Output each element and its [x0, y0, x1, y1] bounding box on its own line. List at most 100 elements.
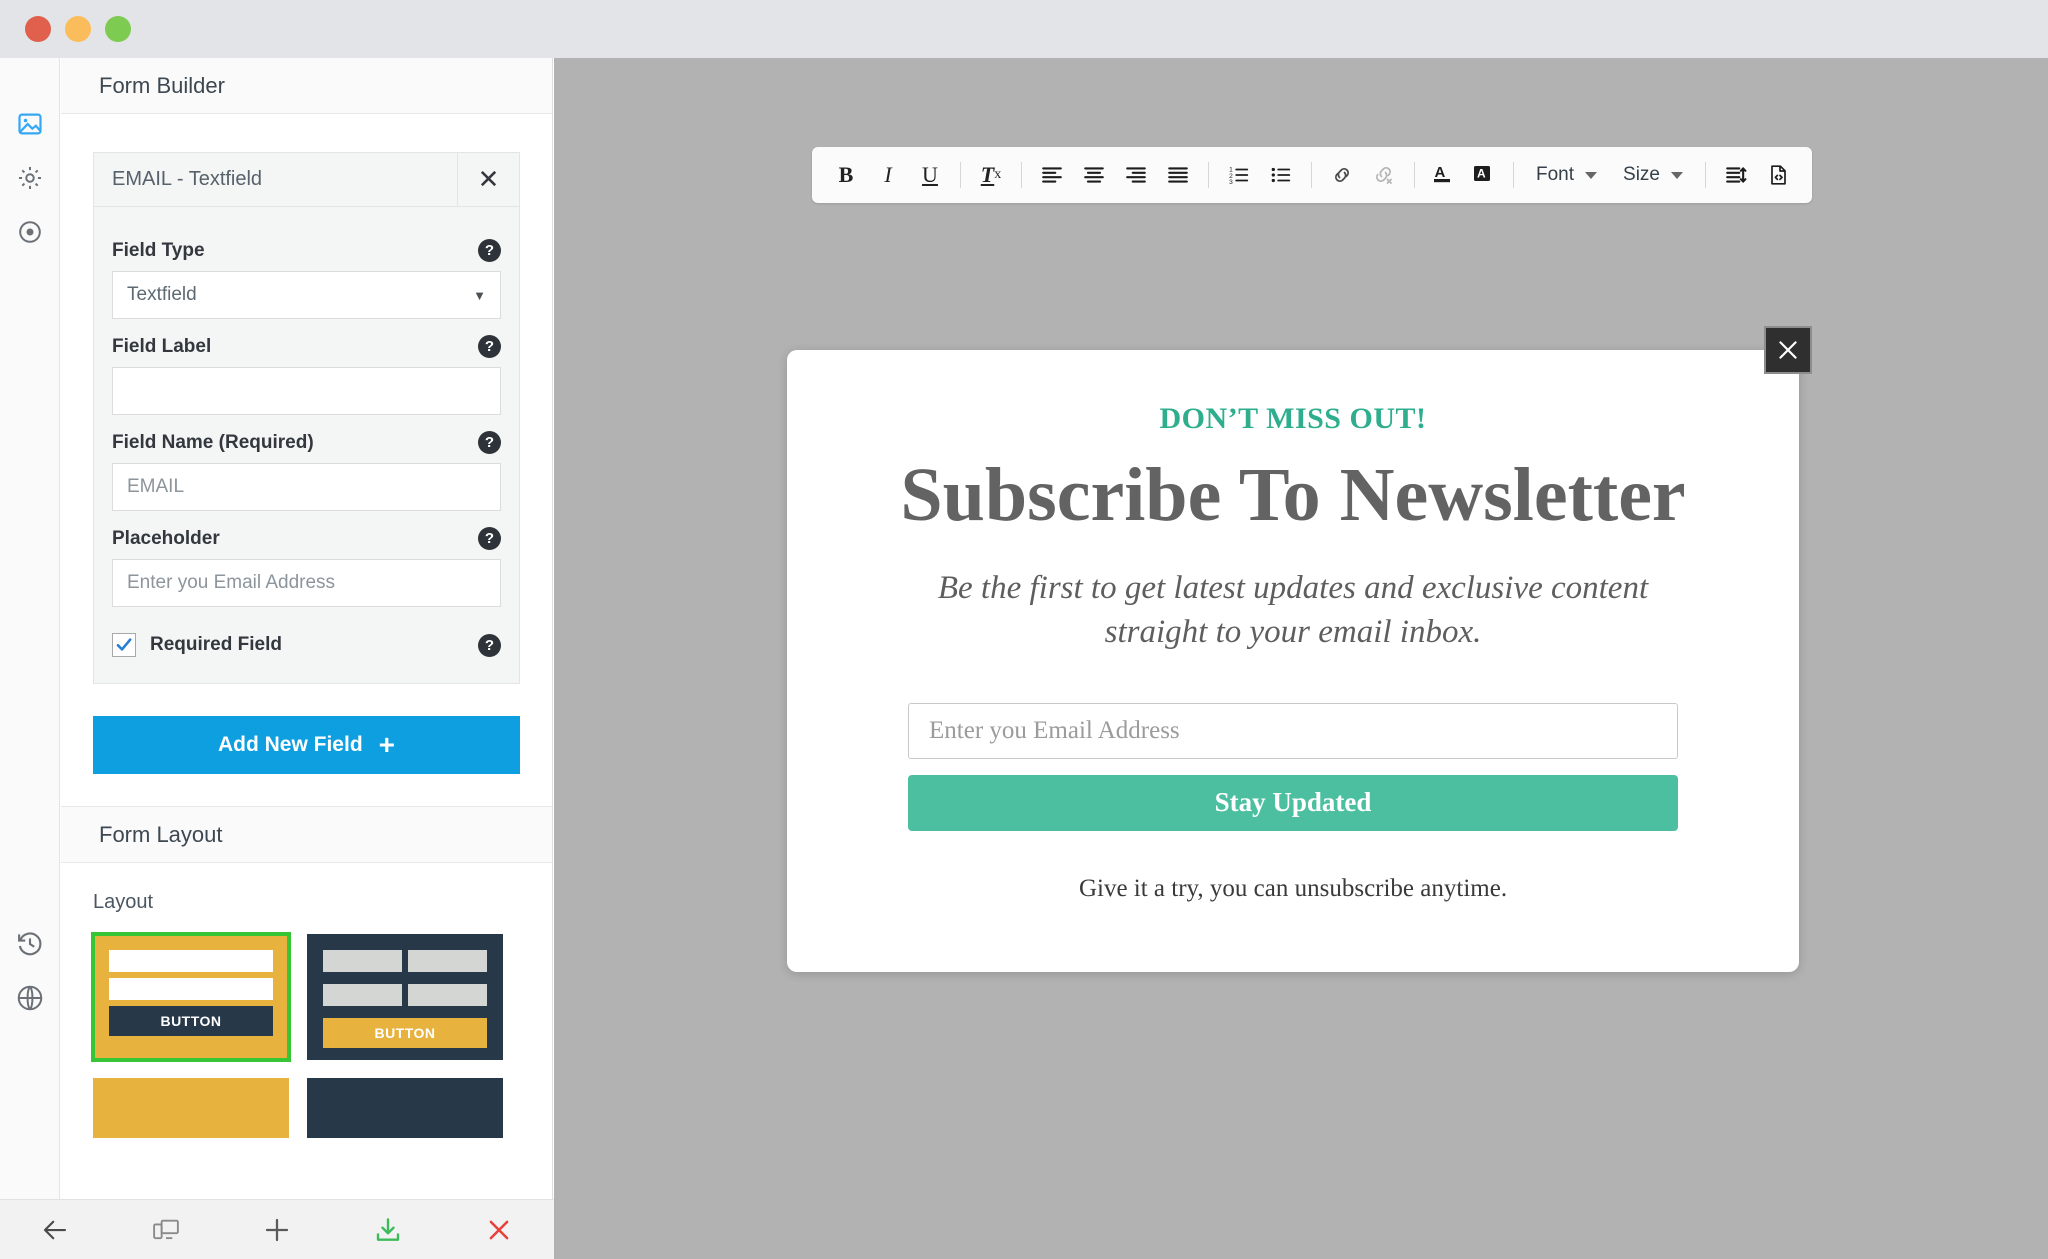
modal-heading: Subscribe To Newsletter — [900, 453, 1686, 537]
add-new-field-button[interactable]: Add New Field + — [93, 716, 520, 774]
history-icon[interactable] — [14, 928, 46, 960]
thumb-grid-rows — [323, 950, 487, 1012]
field-label-input[interactable] — [112, 367, 501, 415]
window-maximize-button[interactable] — [105, 16, 131, 42]
remove-format-icon[interactable]: Tx — [971, 155, 1011, 195]
chevron-down-icon: ▼ — [473, 287, 486, 303]
font-dropdown-label: Font — [1536, 164, 1575, 185]
align-justify-icon[interactable] — [1158, 155, 1198, 195]
size-dropdown[interactable]: Size — [1611, 155, 1695, 195]
target-icon[interactable] — [14, 216, 46, 248]
required-field-row: Required Field ? — [112, 633, 501, 657]
help-icon-field-name[interactable]: ? — [478, 431, 501, 454]
chevron-down-icon — [1671, 171, 1683, 179]
placeholder-input[interactable] — [112, 559, 501, 607]
field-type-value: Textfield — [127, 284, 197, 305]
unlink-icon[interactable] — [1364, 155, 1404, 195]
required-field-label: Required Field — [150, 634, 282, 655]
panel-title-form-layout: Form Layout — [61, 807, 552, 863]
form-builder-sidebar: Form Builder EMAIL - Textfield ✕ Field T… — [61, 58, 553, 1199]
modal-close-icon[interactable] — [1764, 326, 1812, 374]
required-field-checkbox[interactable] — [112, 633, 136, 657]
svg-text:A: A — [1435, 164, 1446, 181]
help-icon-required-field[interactable]: ? — [478, 633, 501, 657]
layout-thumbnail-2[interactable]: BUTTON — [307, 934, 503, 1060]
help-icon-field-label[interactable]: ? — [478, 335, 501, 358]
thumb-button-label: BUTTON — [323, 1018, 487, 1048]
toolbar-separator — [1208, 162, 1209, 188]
window-close-button[interactable] — [25, 16, 51, 42]
layout-subtitle: Layout — [93, 891, 154, 913]
gear-icon[interactable] — [14, 162, 46, 194]
close-icon[interactable]: ✕ — [457, 153, 519, 206]
newsletter-subscribe-modal: DON’T MISS OUT! Subscribe To Newsletter … — [787, 326, 1812, 972]
align-right-icon[interactable] — [1116, 155, 1156, 195]
underline-icon[interactable]: U — [910, 155, 950, 195]
align-center-icon[interactable] — [1074, 155, 1114, 195]
modal-eyebrow-text: DON’T MISS OUT! — [1159, 402, 1427, 435]
modal-subheading: Be the first to get latest updates and e… — [937, 569, 1649, 651]
email-input[interactable] — [908, 702, 1678, 759]
field-settings-card: EMAIL - Textfield ✕ Field Type ? Textfie… — [93, 152, 520, 684]
window-minimize-button[interactable] — [65, 16, 91, 42]
sidebar-body: EMAIL - Textfield ✕ Field Type ? Textfie… — [61, 152, 552, 1138]
toolbar-separator — [1021, 162, 1022, 188]
field-name-label: Field Name (Required) — [112, 431, 314, 453]
numbered-list-icon[interactable]: 1 2 3 — [1219, 155, 1259, 195]
field-card-body: Field Type ? Textfield ▼ Field Label ? F… — [94, 207, 519, 683]
add-plus-icon[interactable] — [222, 1214, 333, 1246]
window-titlebar — [0, 0, 2048, 58]
field-type-select[interactable]: Textfield ▼ — [112, 271, 501, 319]
bulleted-list-icon[interactable] — [1261, 155, 1301, 195]
stay-updated-button[interactable]: Stay Updated — [908, 774, 1678, 831]
field-type-row: Field Type ? — [112, 239, 501, 262]
chevron-down-icon — [1585, 171, 1598, 179]
image-icon[interactable] — [14, 108, 46, 140]
thumb-button-label: BUTTON — [109, 1006, 273, 1036]
globe-icon[interactable] — [14, 982, 46, 1014]
layout-thumbnail-grid: BUTTON BUTTON — [91, 932, 520, 1138]
toolbar-separator — [960, 162, 961, 188]
plus-icon: + — [378, 729, 396, 760]
text-color-icon[interactable]: A — [1425, 163, 1463, 187]
thumb-row — [109, 950, 273, 972]
thumb-cell — [408, 950, 487, 972]
font-dropdown[interactable]: Font — [1524, 155, 1609, 195]
help-icon-field-type[interactable]: ? — [478, 239, 501, 262]
field-name-input[interactable] — [112, 463, 501, 511]
field-label-label: Field Label — [112, 335, 212, 357]
line-height-icon[interactable] — [1716, 155, 1756, 195]
layout-thumbnail-1[interactable]: BUTTON — [91, 932, 291, 1062]
insert-link-icon[interactable] — [1322, 155, 1362, 195]
thumb-cell — [323, 984, 402, 1006]
toolbar-separator — [1705, 162, 1706, 188]
close-delete-icon[interactable] — [443, 1215, 554, 1245]
add-new-field-label: Add New Field — [217, 733, 363, 756]
bold-icon[interactable]: B — [826, 155, 866, 195]
svg-text:A: A — [1477, 167, 1486, 181]
placeholder-row: Placeholder ? — [112, 527, 501, 550]
modal-footnote: Give it a try, you can unsubscribe anyti… — [1078, 874, 1508, 902]
field-type-label: Field Type — [112, 239, 205, 261]
help-icon-placeholder[interactable]: ? — [478, 527, 501, 550]
thumb-row — [109, 978, 273, 1000]
download-save-icon[interactable] — [332, 1215, 443, 1245]
bottom-toolbar — [0, 1199, 554, 1259]
toolbar-separator — [1414, 162, 1415, 188]
align-left-icon[interactable] — [1032, 155, 1072, 195]
layout-thumbnail-3[interactable] — [93, 1078, 289, 1138]
toolbar-separator — [1513, 162, 1514, 188]
source-code-icon[interactable] — [1758, 155, 1798, 195]
required-field-group: Required Field — [112, 633, 282, 657]
background-color-icon[interactable]: A — [1465, 163, 1503, 187]
placeholder-label: Placeholder — [112, 527, 220, 549]
field-name-row: Field Name (Required) ? — [112, 431, 501, 454]
left-icon-rail — [0, 58, 60, 1199]
layout-thumbnail-4[interactable] — [307, 1078, 503, 1138]
toolbar-separator — [1311, 162, 1312, 188]
thumb-cell — [408, 984, 487, 1006]
responsive-devices-icon[interactable] — [111, 1215, 222, 1245]
italic-icon[interactable]: I — [868, 155, 908, 195]
back-arrow-icon[interactable] — [0, 1215, 111, 1245]
size-dropdown-label: Size — [1623, 164, 1660, 185]
